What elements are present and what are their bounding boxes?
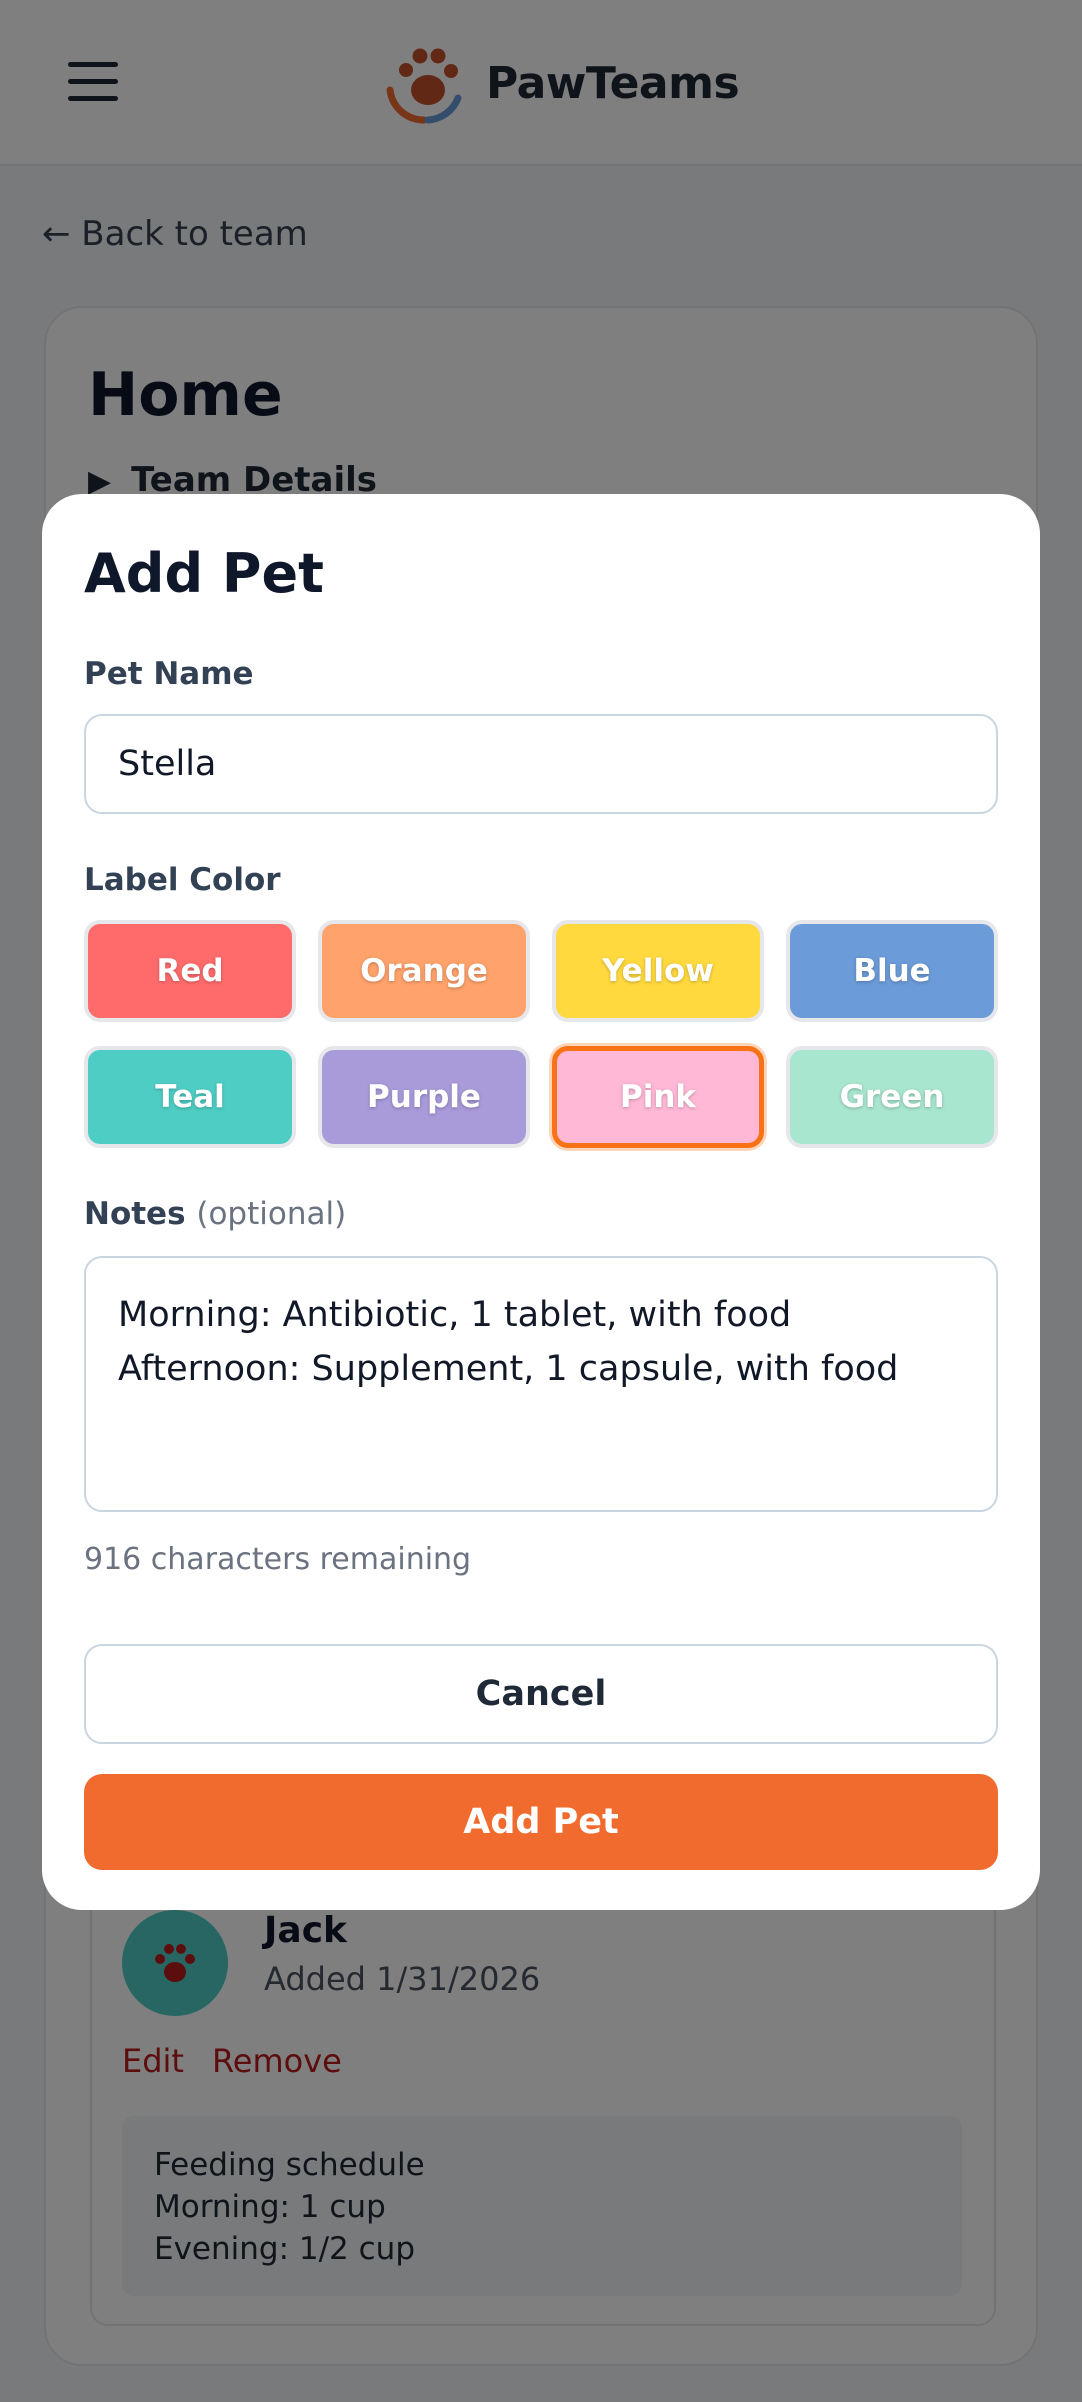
notes-optional-hint: (optional) [196,1196,347,1232]
pet-name-input[interactable] [84,714,998,814]
add-pet-submit-button[interactable]: Add Pet [84,1774,998,1870]
color-swatch-purple[interactable]: Purple [318,1046,530,1148]
cancel-button[interactable]: Cancel [84,1644,998,1744]
notes-label-text: Notes [84,1196,186,1232]
char-remaining-counter: 916 characters remaining [84,1542,472,1577]
notes-textarea[interactable]: Morning: Antibiotic, 1 tablet, with food… [84,1256,998,1512]
color-swatch-blue[interactable]: Blue [786,920,998,1022]
label-color-label: Label Color [84,862,281,898]
color-swatch-red[interactable]: Red [84,920,296,1022]
color-swatch-grid: Red Orange Yellow Blue Teal Purple Pink … [84,920,998,1148]
pet-name-label: Pet Name [84,656,254,692]
color-swatch-pink[interactable]: Pink [552,1046,764,1148]
color-swatch-teal[interactable]: Teal [84,1046,296,1148]
add-pet-modal: Add Pet Pet Name Label Color Red Orange … [42,494,1040,1910]
color-swatch-yellow[interactable]: Yellow [552,920,764,1022]
color-swatch-orange[interactable]: Orange [318,920,530,1022]
modal-title: Add Pet [84,542,324,605]
notes-label: Notes (optional) [84,1196,346,1232]
color-swatch-green[interactable]: Green [786,1046,998,1148]
